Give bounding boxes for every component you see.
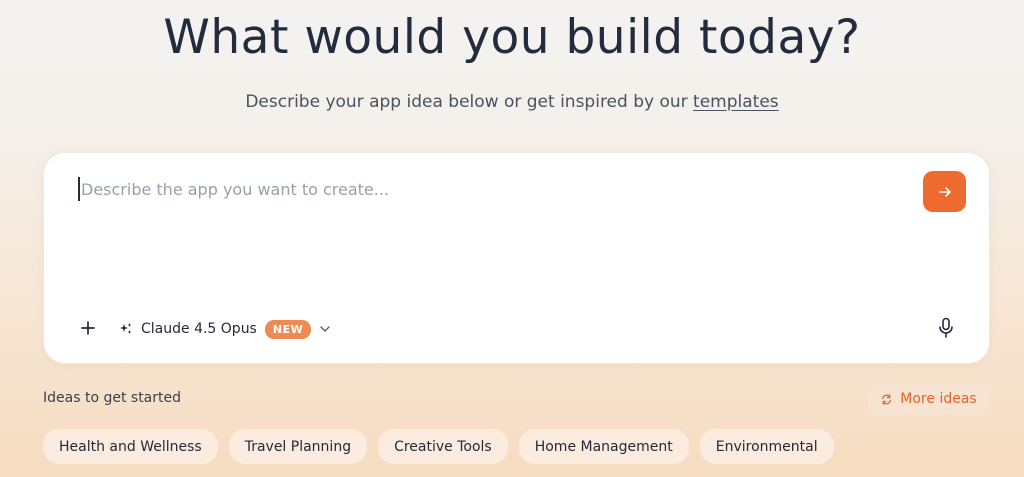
subtitle-text: Describe your app idea below or get insp… bbox=[245, 92, 688, 112]
idea-chip-environmental[interactable]: Environmental bbox=[699, 429, 834, 464]
microphone-icon bbox=[939, 317, 953, 338]
composer-toolbar: Claude 4.5 Opus NEW bbox=[44, 311, 991, 347]
plus-icon bbox=[81, 321, 95, 335]
page-title: What would you build today? bbox=[163, 10, 861, 65]
idea-chips: Health and Wellness Travel Planning Crea… bbox=[43, 429, 834, 464]
refresh-icon bbox=[882, 393, 892, 405]
prompt-composer: Claude 4.5 Opus NEW bbox=[43, 152, 990, 364]
model-name: Claude 4.5 Opus bbox=[141, 321, 257, 337]
more-ideas-button[interactable]: More ideas bbox=[868, 383, 990, 415]
idea-chip-health-and-wellness[interactable]: Health and Wellness bbox=[43, 429, 218, 464]
more-ideas-label: More ideas bbox=[900, 391, 977, 407]
new-badge: NEW bbox=[264, 319, 312, 339]
voice-input-button[interactable] bbox=[937, 317, 957, 341]
templates-link[interactable]: templates bbox=[693, 92, 779, 112]
send-button[interactable] bbox=[923, 171, 966, 212]
ideas-heading: Ideas to get started bbox=[43, 390, 182, 406]
idea-chip-creative-tools[interactable]: Creative Tools bbox=[378, 429, 508, 464]
prompt-input[interactable] bbox=[78, 177, 898, 201]
idea-chip-travel-planning[interactable]: Travel Planning bbox=[228, 429, 368, 464]
model-selector[interactable]: Claude 4.5 Opus NEW bbox=[119, 316, 331, 342]
chevron-down-icon bbox=[320, 326, 330, 332]
arrow-right-icon bbox=[938, 186, 951, 197]
sparkle-icon bbox=[120, 323, 132, 334]
idea-chip-home-management[interactable]: Home Management bbox=[518, 429, 689, 464]
page-subtitle: Describe your app idea below or get insp… bbox=[0, 92, 1024, 112]
add-attachment-button[interactable] bbox=[77, 316, 99, 340]
